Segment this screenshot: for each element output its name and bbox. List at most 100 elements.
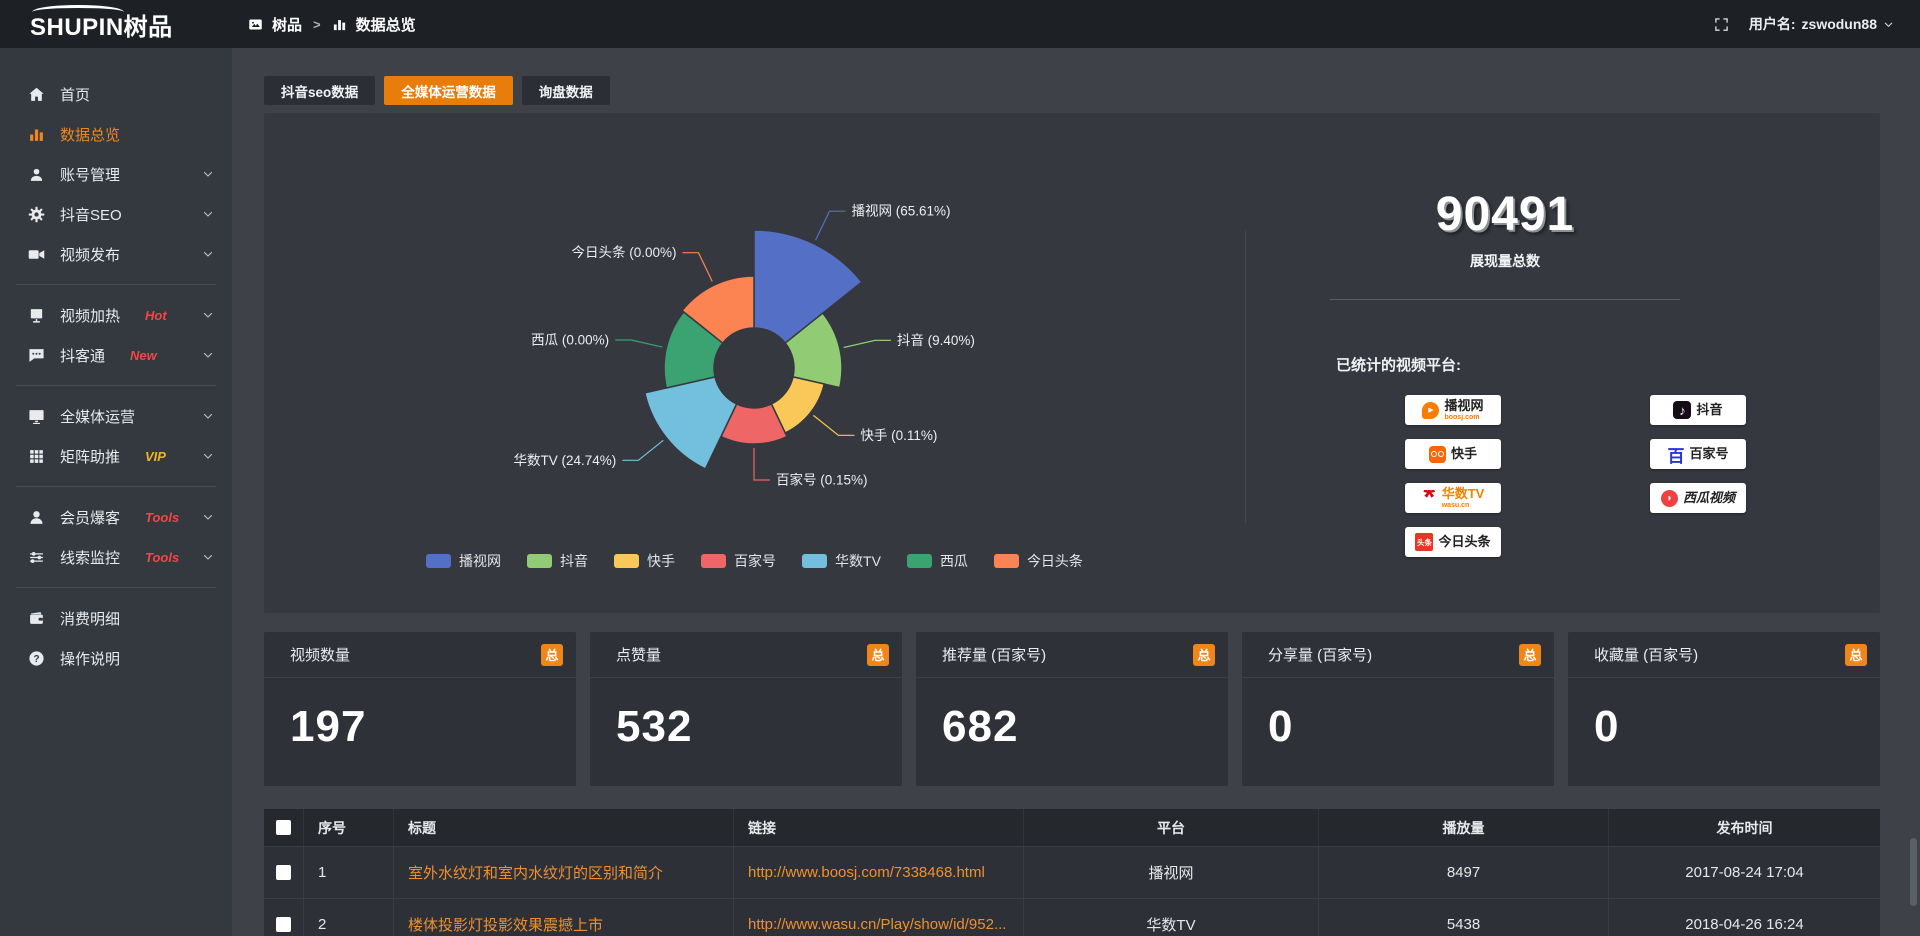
- platform-name: 快手: [1451, 447, 1477, 461]
- sidebar-divider: [16, 486, 216, 487]
- impressions-total-value: 90491: [1330, 189, 1680, 241]
- pie-label-line: [615, 340, 662, 347]
- pie-label: 西瓜 (0.00%): [531, 333, 609, 348]
- cell-time: 2018-04-26 16:24: [1609, 899, 1880, 936]
- platforms-column: ▶播视网boosj.com快手*华数TVwasu.cn头条今日头条: [1405, 395, 1501, 571]
- scrollbar-thumb[interactable]: [1910, 838, 1917, 906]
- sidebar-item-label: 抖客通: [60, 345, 105, 366]
- stat-card-value: 0: [1568, 678, 1880, 752]
- sidebar-item-home[interactable]: 首页: [0, 74, 232, 114]
- sidebar-item-badge: Tools: [145, 510, 179, 525]
- sidebar-item-label: 矩阵助推: [60, 446, 120, 467]
- chevron-down-icon: [202, 208, 214, 220]
- legend-item-xigua[interactable]: 西瓜: [907, 551, 968, 571]
- sidebar-item-leads-monitor[interactable]: 线索监控Tools: [0, 537, 232, 577]
- sidebar-item-label: 操作说明: [60, 648, 120, 669]
- stat-card-value: 0: [1242, 678, 1554, 752]
- sidebar-item-account-manage[interactable]: 账号管理: [0, 154, 232, 194]
- sidebar-item-data-overview[interactable]: 数据总览: [0, 114, 232, 154]
- stat-card-header: 推荐量 (百家号)总: [916, 632, 1228, 678]
- platform-badge-wasu: *华数TVwasu.cn: [1405, 483, 1501, 513]
- table-header-row: 序号标题链接平台播放量发布时间: [264, 809, 1880, 847]
- legend-item-baijiahao[interactable]: 百家号: [701, 551, 776, 571]
- sidebar-item-douketong[interactable]: 抖客通 New: [0, 335, 232, 375]
- platform-name: 华数TV: [1442, 487, 1485, 501]
- sidebar-item-help[interactable]: 操作说明: [0, 638, 232, 678]
- sidebar-item-label: 会员爆客: [60, 507, 120, 528]
- sidebar-item-badge: Tools: [145, 550, 179, 565]
- fullscreen-icon[interactable]: [1714, 17, 1729, 32]
- sidebar-item-consumption[interactable]: 消费明细: [0, 598, 232, 638]
- platform-badge-kuaishou: 快手: [1405, 439, 1501, 469]
- breadcrumb-root[interactable]: 树品: [272, 14, 302, 35]
- cell-title[interactable]: 楼体投影灯投影效果震撼上市: [394, 899, 734, 936]
- legend-swatch: [426, 554, 451, 568]
- legend-swatch: [907, 554, 932, 568]
- breadcrumb-current[interactable]: 数据总览: [356, 14, 416, 35]
- legend-item-douyin[interactable]: 抖音: [527, 551, 588, 571]
- stat-card-title: 视频数量: [290, 644, 350, 665]
- legend-item-huashutv[interactable]: 华数TV: [802, 551, 881, 571]
- sidebar-divider: [16, 284, 216, 285]
- cell-link[interactable]: http://www.boosj.com/7338468.html: [734, 847, 1024, 898]
- cell-time: 2017-08-24 17:04: [1609, 847, 1880, 898]
- pie-slice-huashutv[interactable]: [645, 377, 737, 469]
- row-checkbox[interactable]: [276, 917, 291, 932]
- select-all-checkbox[interactable]: [276, 820, 291, 835]
- sidebar-item-badge: Hot: [145, 308, 167, 323]
- username-value: zswodun88: [1802, 16, 1877, 32]
- impressions-total-block: 90491 展现量总数: [1330, 189, 1680, 300]
- video-icon: [28, 246, 45, 263]
- legend-label: 华数TV: [835, 551, 881, 571]
- legend-item-kuaishou[interactable]: 快手: [614, 551, 675, 571]
- sidebar-item-label: 首页: [60, 84, 90, 105]
- row-checkbox[interactable]: [276, 865, 291, 880]
- chart-legend: 播视网 抖音 快手 百家号 华数TV 西瓜 今日头条: [264, 551, 1245, 571]
- chart-panel: 播视网 (65.61%)抖音 (9.40%)快手 (0.11%)百家号 (0.1…: [264, 113, 1880, 613]
- cell-title[interactable]: 室外水纹灯和室内水纹灯的区别和简介: [394, 847, 734, 898]
- tab-media-ops-data[interactable]: 全媒体运营数据: [384, 76, 513, 105]
- legend-swatch: [994, 554, 1019, 568]
- legend-item-boshiwang[interactable]: 播视网: [426, 551, 501, 571]
- total-badge: 总: [1193, 644, 1215, 666]
- stat-card-header: 点赞量总: [590, 632, 902, 678]
- sidebar-item-media-ops[interactable]: 全媒体运营: [0, 396, 232, 436]
- sidebar-item-member-burst[interactable]: 会员爆客 Tools: [0, 497, 232, 537]
- platform-badge-douyin: ♪抖音: [1650, 395, 1746, 425]
- stat-card-header: 视频数量 总: [264, 632, 576, 678]
- legend-swatch: [527, 554, 552, 568]
- pie-label-line: [813, 415, 854, 435]
- table-row: 2楼体投影灯投影效果震撼上市http://www.wasu.cn/Play/sh…: [264, 899, 1880, 936]
- toutiao-logo-icon: 头条: [1415, 533, 1433, 551]
- tab-inquiry-data[interactable]: 询盘数据: [522, 76, 610, 105]
- sidebar-item-douyin-seo[interactable]: 抖音SEO: [0, 194, 232, 234]
- pie-label: 百家号 (0.15%): [776, 472, 868, 488]
- sidebar-divider: [16, 587, 216, 588]
- cell-link[interactable]: http://www.wasu.cn/Play/show/id/952...: [734, 899, 1024, 936]
- platform-sub: wasu.cn: [1442, 502, 1470, 509]
- sidebar-item-video-heat[interactable]: 视频加热 Hot: [0, 295, 232, 335]
- pie-label-line: [844, 340, 891, 347]
- user-menu[interactable]: 用户名: zswodun88: [1749, 14, 1894, 34]
- stat-card-title: 分享量 (百家号): [1268, 644, 1372, 665]
- logo-arc-decoration: [32, 5, 124, 19]
- stat-card-value: 682: [916, 678, 1228, 752]
- legend-item-toutiao[interactable]: 今日头条: [994, 551, 1083, 571]
- sidebar-divider: [16, 385, 216, 386]
- sidebar-item-label: 数据总览: [60, 124, 120, 145]
- table-row: 1室外水纹灯和室内水纹灯的区别和简介http://www.boosj.com/7…: [264, 847, 1880, 899]
- legend-label: 百家号: [734, 551, 776, 571]
- sidebar-item-matrix-boost[interactable]: 矩阵助推VIP: [0, 436, 232, 476]
- header-cell-title: 标题: [394, 809, 734, 846]
- total-badge: 总: [541, 644, 563, 666]
- grid-icon: [28, 448, 45, 465]
- cell-plays: 8497: [1319, 847, 1609, 898]
- header-cell-no: 序号: [304, 809, 394, 846]
- sidebar-item-badge: New: [130, 348, 157, 363]
- breadcrumb-separator: >: [313, 17, 321, 32]
- sidebar-item-label: 全媒体运营: [60, 406, 135, 427]
- tab-douyin-seo-data[interactable]: 抖音seo数据: [264, 76, 375, 105]
- sidebar-item-label: 视频加热: [60, 305, 120, 326]
- monitor-icon: [28, 408, 45, 425]
- sidebar-item-video-publish[interactable]: 视频发布: [0, 234, 232, 274]
